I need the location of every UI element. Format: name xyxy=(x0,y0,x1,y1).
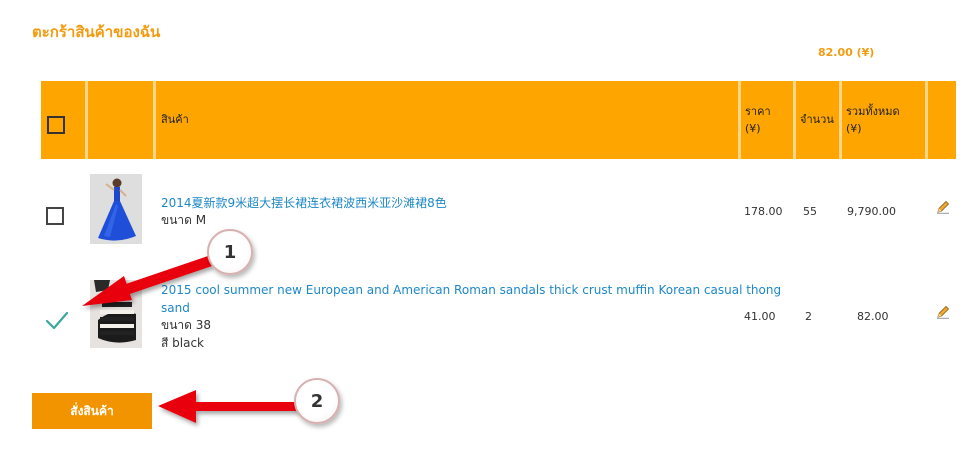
arrow-2 xyxy=(158,390,298,423)
arrow-1 xyxy=(82,256,212,306)
annotation-badge-2: 2 xyxy=(294,378,340,424)
annotation-badge-1: 1 xyxy=(207,229,253,275)
annotation-arrows xyxy=(82,256,298,423)
